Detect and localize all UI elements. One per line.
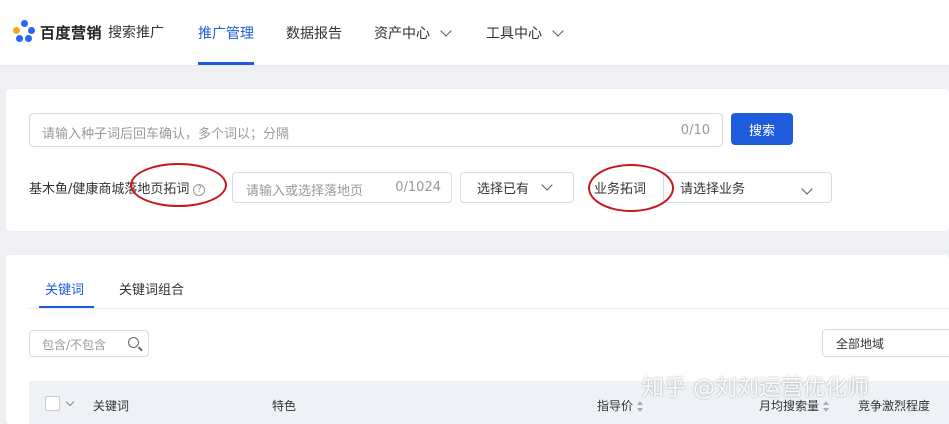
- region-select-value: 全部地域: [836, 336, 885, 351]
- nav-tool-center[interactable]: 工具中心: [486, 0, 564, 66]
- keyword-search-panel: [6, 89, 949, 231]
- top-navigation-bar: 百度营销 搜索推广 推广管理 数据报告 资产中心 工具中心: [0, 0, 949, 66]
- search-icon[interactable]: [128, 337, 139, 348]
- nav-data-report[interactable]: 数据报告: [286, 0, 342, 66]
- chevron-down-icon: [440, 24, 452, 37]
- landing-page-placeholder: 请输入或选择落地页: [246, 184, 364, 199]
- column-header-label: 指导价: [597, 399, 634, 413]
- filter-placeholder: 包含/不包含: [42, 338, 107, 352]
- business-select[interactable]: 请选择业务: [663, 172, 832, 203]
- nav-promotion-management[interactable]: 推广管理: [198, 0, 254, 66]
- business-expansion-label: 业务拓词: [594, 182, 647, 197]
- column-header-monthly-search-volume[interactable]: 月均搜索量: [759, 397, 830, 414]
- nav-label: 资产中心: [374, 26, 430, 42]
- nav-label: 数据报告: [286, 26, 342, 42]
- seed-keyword-input[interactable]: 请输入种子词后回车确认，多个词以；分隔 0/10: [29, 113, 723, 147]
- logo[interactable]: 百度营销 搜索推广: [12, 18, 164, 46]
- logo-product-text: 搜索推广: [108, 25, 165, 41]
- seed-keyword-placeholder: 请输入种子词后回车确认，多个词以；分隔: [42, 127, 290, 142]
- seed-keyword-counter: 0/10: [680, 123, 710, 138]
- logo-brand-text: 百度营销: [40, 23, 103, 42]
- chevron-down-icon: [801, 183, 813, 195]
- landing-page-source-text: 基木鱼/健康商城: [29, 182, 125, 197]
- nav-label: 推广管理: [198, 26, 254, 42]
- region-select[interactable]: 全部地域: [822, 329, 949, 357]
- landing-page-label-text: 落地页拓词: [124, 182, 190, 197]
- sort-icon[interactable]: [637, 401, 644, 412]
- nav-label: 工具中心: [486, 26, 542, 42]
- baidu-paw-icon: [12, 20, 36, 44]
- nav-asset-center[interactable]: 资产中心: [374, 0, 452, 66]
- select-all-checkbox[interactable]: [45, 396, 60, 411]
- chevron-down-icon: [541, 179, 553, 191]
- column-header-label: 月均搜索量: [759, 399, 820, 413]
- sort-icon[interactable]: [823, 401, 830, 412]
- tab-keywords[interactable]: 关键词: [45, 279, 84, 298]
- tab-keyword-combinations[interactable]: 关键词组合: [119, 279, 184, 298]
- landing-page-expansion-label: 基木鱼/健康商城落地页拓词?: [29, 178, 206, 197]
- column-header-keyword: 关键词: [93, 399, 130, 413]
- business-select-placeholder: 请选择业务: [680, 182, 746, 197]
- include-exclude-filter-input[interactable]: 包含/不包含: [29, 330, 149, 357]
- landing-page-input[interactable]: 请输入或选择落地页 0/1024: [232, 172, 452, 203]
- select-existing-dropdown[interactable]: 选择已有: [460, 172, 574, 203]
- column-header-feature: 特色: [272, 399, 297, 413]
- tab-divider: [29, 308, 949, 309]
- chevron-down-icon: [552, 24, 564, 37]
- select-existing-label: 选择已有: [477, 182, 530, 197]
- column-header-guide-price[interactable]: 指导价: [597, 397, 644, 414]
- landing-page-counter: 0/1024: [395, 180, 441, 195]
- help-icon[interactable]: ?: [193, 184, 206, 196]
- search-button[interactable]: 搜索: [731, 113, 793, 145]
- column-header-competition[interactable]: 竞争激烈程度: [858, 397, 930, 414]
